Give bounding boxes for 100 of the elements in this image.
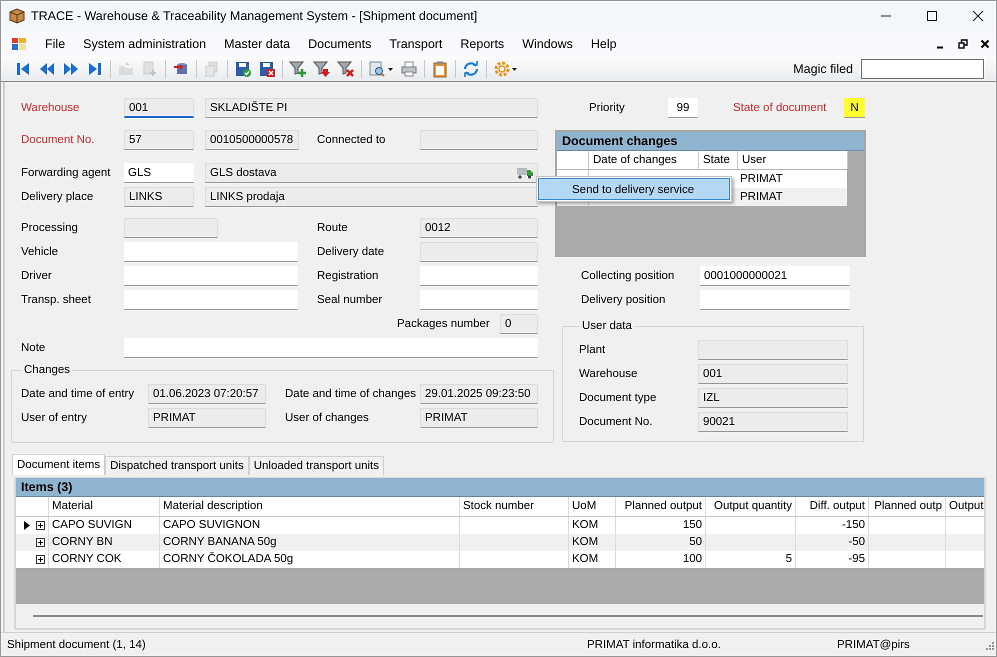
input-field[interactable]: N: [844, 98, 865, 118]
column-header[interactable]: State: [699, 151, 738, 169]
close-icon[interactable]: [980, 38, 990, 48]
menu-item[interactable]: Documents: [299, 36, 380, 50]
field-label: Driver: [21, 270, 53, 282]
input-field[interactable]: 0001000000021: [700, 266, 850, 286]
menu-item[interactable]: Send to delivery service: [538, 178, 730, 200]
grid-title: Items (3): [16, 478, 984, 497]
package-icon: [9, 8, 25, 24]
field-label: Seal number: [317, 294, 384, 306]
input-field[interactable]: [420, 266, 538, 286]
table-cell: 50: [689, 536, 702, 548]
field-label: Packages number: [397, 318, 491, 330]
input-field[interactable]: [420, 290, 538, 310]
table-cell: KOM: [572, 553, 598, 565]
table-cell: CORNY COK: [52, 553, 122, 565]
preview-icon[interactable]: [368, 60, 394, 78]
window-icon[interactable]: [11, 36, 27, 50]
tab[interactable]: Dispatched transport units: [105, 456, 249, 475]
status-text: Shipment document (1, 14): [7, 638, 147, 650]
maximize-icon[interactable]: [926, 10, 938, 22]
expand-icon[interactable]: [36, 521, 45, 530]
filter-cross-icon[interactable]: [337, 60, 355, 78]
column-header[interactable]: Output: [946, 497, 984, 516]
table-cell: 150: [682, 519, 702, 531]
resize-grip-icon[interactable]: [984, 640, 994, 650]
field-label: Delivery place: [21, 191, 94, 203]
grid-title: Document changes: [557, 132, 864, 151]
field-label: Registration: [317, 270, 380, 282]
column-header[interactable]: Planned outp: [869, 497, 946, 516]
expand-icon[interactable]: [36, 538, 45, 547]
clipboard-icon[interactable]: [431, 60, 449, 78]
menu-item[interactable]: System administration: [74, 36, 216, 50]
group-title: User data: [581, 320, 633, 332]
input-field[interactable]: [124, 338, 538, 358]
column-header[interactable]: Material description: [160, 497, 460, 516]
column-header[interactable]: Date of changes: [589, 151, 699, 169]
tab[interactable]: Unloaded transport units: [248, 456, 384, 475]
printer-icon[interactable]: [400, 60, 418, 78]
column-header[interactable]: Stock number: [460, 497, 569, 516]
field-label: Note: [21, 342, 46, 354]
field-label: Date and time of changes: [285, 388, 418, 400]
input-field[interactable]: [700, 290, 850, 310]
field-label: State of document: [733, 102, 828, 114]
field-label: Vehicle: [21, 246, 60, 258]
menu-item[interactable]: Master data: [215, 36, 300, 50]
table-cell: CORNY ČOKOLADA 50g: [163, 553, 294, 565]
input-field[interactable]: GLS: [124, 163, 194, 183]
expand-icon[interactable]: [36, 555, 45, 564]
table-row[interactable]: CORNY COK CORNY ČOKOLADA 50g KOM 100 5 -95: [16, 551, 984, 568]
save-check-icon[interactable]: [234, 60, 252, 78]
filter-plus-icon[interactable]: [289, 60, 307, 78]
menu-item[interactable]: Help: [582, 36, 626, 50]
close-icon[interactable]: [972, 10, 984, 22]
column-header[interactable]: Output quantity: [706, 497, 796, 516]
field-label: Warehouse: [21, 102, 80, 114]
menu-item[interactable]: Windows: [513, 36, 582, 50]
table-row[interactable]: CORNY BN CORNY BANANA 50g KOM 50 -50: [16, 534, 984, 551]
field-label: Connected to: [317, 134, 386, 146]
field-label: Processing: [21, 222, 79, 234]
field-label: Delivery date: [317, 246, 386, 258]
group-title: Changes: [23, 364, 72, 376]
input-field[interactable]: [124, 266, 298, 286]
status-text: PRIMAT@pirs: [837, 638, 911, 650]
menu-item[interactable]: File: [36, 36, 74, 50]
column-header[interactable]: UoM: [569, 497, 616, 516]
field-label: Plant: [579, 344, 606, 356]
input-field[interactable]: 99: [668, 98, 698, 118]
field-label: Document No.: [21, 134, 96, 146]
table-cell: -95: [848, 553, 865, 565]
table-cell: 5: [786, 553, 792, 565]
magic-field[interactable]: [861, 58, 984, 78]
restore-icon[interactable]: [958, 38, 968, 48]
filter-arrow-icon[interactable]: [313, 60, 331, 78]
table-cell: 100: [682, 553, 702, 565]
field-label: Collecting position: [581, 270, 676, 282]
column-header[interactable]: User: [738, 151, 848, 169]
window-title: TRACE - Warehouse & Traceability Management System - [Shipment document]: [31, 9, 478, 23]
table-cell: CAPO SUVIGNON: [163, 519, 260, 531]
table-cell: KOM: [572, 536, 598, 548]
table-cell: CORNY BANANA 50g: [163, 536, 277, 548]
table-cell: CORNY BN: [52, 536, 112, 548]
column-header[interactable]: Diff. output: [796, 497, 869, 516]
field-label: Warehouse: [579, 368, 638, 380]
refresh-icon[interactable]: [462, 60, 480, 78]
column-header[interactable]: Planned output: [616, 497, 706, 516]
table-cell: -150: [842, 519, 865, 531]
input-field[interactable]: [124, 290, 298, 310]
save-cross-icon[interactable]: [258, 60, 276, 78]
input-field[interactable]: [124, 242, 298, 262]
column-header[interactable]: Material: [49, 497, 160, 516]
field-label: Priority: [589, 102, 626, 114]
field-label: Date and time of entry: [21, 388, 136, 400]
field-label: Transp. sheet: [21, 294, 92, 306]
field-label: Document No.: [579, 416, 654, 428]
menu-item[interactable]: Reports: [451, 36, 514, 50]
menu-item[interactable]: Transport: [380, 36, 452, 50]
table-row[interactable]: CAPO SUVIGN CAPO SUVIGNON KOM 150 -150: [16, 517, 984, 534]
tab[interactable]: Document items: [12, 454, 106, 475]
table-cell-text: PRIMAT: [739, 191, 784, 203]
